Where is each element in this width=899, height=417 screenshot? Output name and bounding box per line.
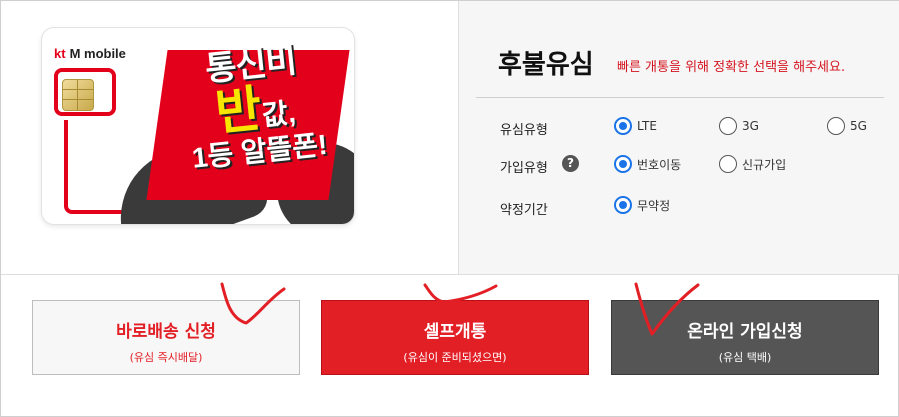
join-type-label: 가입유형: [500, 161, 548, 176]
radio-unchecked-icon: [719, 155, 737, 173]
sim-type-label: 유심유형: [500, 123, 548, 138]
radio-unchecked-icon: [827, 117, 845, 135]
usim-product-image: kt M mobile 통신비 반값, 1등 알뜰폰!: [42, 28, 354, 224]
online-signup-button[interactable]: 온라인 가입신청 (유심 택배): [611, 300, 879, 375]
radio-unchecked-icon: [719, 117, 737, 135]
section-divider: [1, 274, 898, 275]
title-divider: [476, 97, 884, 98]
radio-new-join[interactable]: 신규가입: [719, 155, 786, 173]
radio-5g[interactable]: 5G: [827, 117, 867, 135]
page-title: 후불유심: [498, 50, 594, 80]
help-icon[interactable]: ?: [562, 155, 579, 172]
radio-checked-icon: [614, 155, 632, 173]
promo-text: 통신비 반값, 1등 알뜰폰!: [190, 41, 329, 174]
express-delivery-button[interactable]: 바로배송 신청 (유심 즉시배달): [32, 300, 300, 375]
contract-label: 약정기간: [500, 203, 548, 218]
sim-chip-icon: [62, 79, 94, 111]
radio-no-contract[interactable]: 무약정: [614, 196, 670, 214]
page-subtitle: 빠른 개통을 위해 정확한 선택을 해주세요.: [617, 60, 846, 75]
radio-number-port[interactable]: 번호이동: [614, 155, 681, 173]
self-activation-button[interactable]: 셀프개통 (유심이 준비되셨으면): [321, 300, 589, 375]
radio-lte[interactable]: LTE: [614, 117, 657, 135]
radio-checked-icon: [614, 117, 632, 135]
radio-checked-icon: [614, 196, 632, 214]
kt-mmobile-logo: kt M mobile: [54, 46, 126, 61]
radio-3g[interactable]: 3G: [719, 117, 759, 135]
